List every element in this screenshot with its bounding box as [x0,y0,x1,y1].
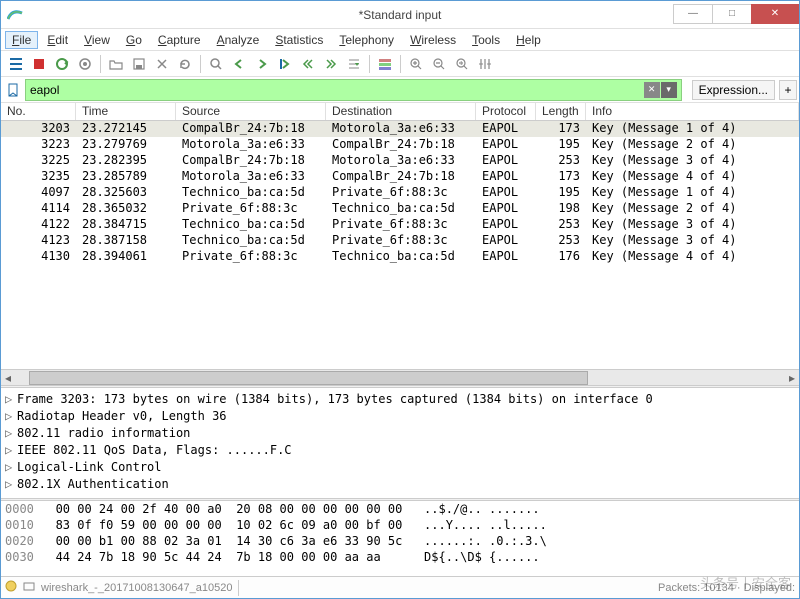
menu-capture[interactable]: Capture [151,31,208,49]
open-file-icon[interactable] [105,53,127,75]
close-button[interactable]: ✕ [751,4,799,24]
reload-icon[interactable] [174,53,196,75]
packet-row[interactable]: 320323.272145CompalBr_24:7b:18Motorola_3… [1,121,799,137]
tree-item[interactable]: ▷ 802.11 radio information [1,424,799,441]
column-protocol[interactable]: Protocol [476,103,536,120]
status-expert-icon[interactable] [5,580,17,595]
list-icon[interactable] [5,53,27,75]
minimize-button[interactable]: — [673,4,713,24]
packet-row[interactable]: 411428.365032Private_6f:88:3cTechnico_ba… [1,201,799,217]
packet-row[interactable]: 413028.394061Private_6f:88:3cTechnico_ba… [1,249,799,265]
status-capture-icon[interactable] [23,580,35,595]
menu-wireless[interactable]: Wireless [403,31,463,49]
go-first-icon[interactable] [297,53,319,75]
go-back-icon[interactable] [228,53,250,75]
close-file-icon[interactable] [151,53,173,75]
column-destination[interactable]: Destination [326,103,476,120]
column-source[interactable]: Source [176,103,326,120]
capture-options-icon[interactable] [74,53,96,75]
zoom-reset-icon[interactable]: 1 [451,53,473,75]
hex-row[interactable]: 0010 83 0f f0 59 00 00 00 00 10 02 6c 09… [1,518,799,534]
expression-button[interactable]: Expression... [692,80,775,100]
menu-file[interactable]: File [5,31,38,49]
menu-view[interactable]: View [77,31,117,49]
hex-view[interactable]: 0000 00 00 24 00 2f 40 00 a0 20 08 00 00… [1,501,799,577]
restart-capture-icon[interactable] [51,53,73,75]
maximize-button[interactable]: □ [712,4,752,24]
menu-edit[interactable]: Edit [40,31,75,49]
tree-item[interactable]: ▷ IEEE 802.11 QoS Data, Flags: ......F.C [1,441,799,458]
packet-list[interactable]: 320323.272145CompalBr_24:7b:18Motorola_3… [1,121,799,369]
column-info[interactable]: Info [586,103,799,120]
hex-row[interactable]: 0030 44 24 7b 18 90 5c 44 24 7b 18 00 00… [1,550,799,566]
column-length[interactable]: Length [536,103,586,120]
app-icon [7,7,23,23]
filter-dropdown-icon[interactable]: ▾ [661,82,677,98]
bookmark-filter-icon[interactable] [3,80,23,100]
go-last-icon[interactable] [320,53,342,75]
column-time[interactable]: Time [76,103,176,120]
status-file: wireshark_-_20171008130647_a10520 [41,582,232,594]
column-no[interactable]: No. [1,103,76,120]
titlebar: *Standard input — □ ✕ [1,1,799,29]
go-forward-icon[interactable] [251,53,273,75]
menu-help[interactable]: Help [509,31,548,49]
packet-row[interactable]: 322323.279769Motorola_3a:e6:33CompalBr_2… [1,137,799,153]
zoom-in-icon[interactable] [405,53,427,75]
save-file-icon[interactable] [128,53,150,75]
clear-filter-icon[interactable]: ✕ [644,82,660,98]
menu-tools[interactable]: Tools [465,31,507,49]
packet-row[interactable]: 322523.282395CompalBr_24:7b:18Motorola_3… [1,153,799,169]
packet-row[interactable]: 323523.285789Motorola_3a:e6:33CompalBr_2… [1,169,799,185]
packet-list-header: No. Time Source Destination Protocol Len… [1,103,799,121]
display-filter-input[interactable] [25,79,682,101]
toolbar: 1 [1,51,799,77]
menu-statistics[interactable]: Statistics [268,31,330,49]
packet-row[interactable]: 412228.384715Technico_ba:ca:5dPrivate_6f… [1,217,799,233]
menubar: FileEditViewGoCaptureAnalyzeStatisticsTe… [1,29,799,51]
horizontal-scrollbar[interactable]: ◂ ▸ [1,369,799,385]
menu-go[interactable]: Go [119,31,149,49]
svg-text:1: 1 [460,61,463,67]
packet-row[interactable]: 409728.325603Technico_ba:ca:5dPrivate_6f… [1,185,799,201]
resize-columns-icon[interactable] [474,53,496,75]
add-filter-button[interactable]: + [779,80,797,100]
colorize-icon[interactable] [374,53,396,75]
menu-analyze[interactable]: Analyze [210,31,267,49]
go-to-packet-icon[interactable] [274,53,296,75]
find-icon[interactable] [205,53,227,75]
hex-row[interactable]: 0020 00 00 b1 00 88 02 3a 01 14 30 c6 3a… [1,534,799,550]
filter-bar: ✕ ▾ Expression... + [1,77,799,103]
hex-row[interactable]: 0000 00 00 24 00 2f 40 00 a0 20 08 00 00… [1,502,799,518]
tree-item[interactable]: ▷ Radiotap Header v0, Length 36 [1,407,799,424]
tree-item[interactable]: ▷ Logical-Link Control [1,458,799,475]
zoom-out-icon[interactable] [428,53,450,75]
stop-capture-icon[interactable] [28,53,50,75]
tree-item[interactable]: ▷ Frame 3203: 173 bytes on wire (1384 bi… [1,390,799,407]
tree-item[interactable]: ▷ 802.1X Authentication [1,475,799,492]
auto-scroll-icon[interactable] [343,53,365,75]
status-packets: Packets: 10134 · Displayed: [658,582,795,594]
protocol-tree[interactable]: ▷ Frame 3203: 173 bytes on wire (1384 bi… [1,388,799,498]
menu-telephony[interactable]: Telephony [332,31,401,49]
packet-row[interactable]: 412328.387158Technico_ba:ca:5dPrivate_6f… [1,233,799,249]
statusbar: wireshark_-_20171008130647_a10520 Packet… [1,576,799,598]
